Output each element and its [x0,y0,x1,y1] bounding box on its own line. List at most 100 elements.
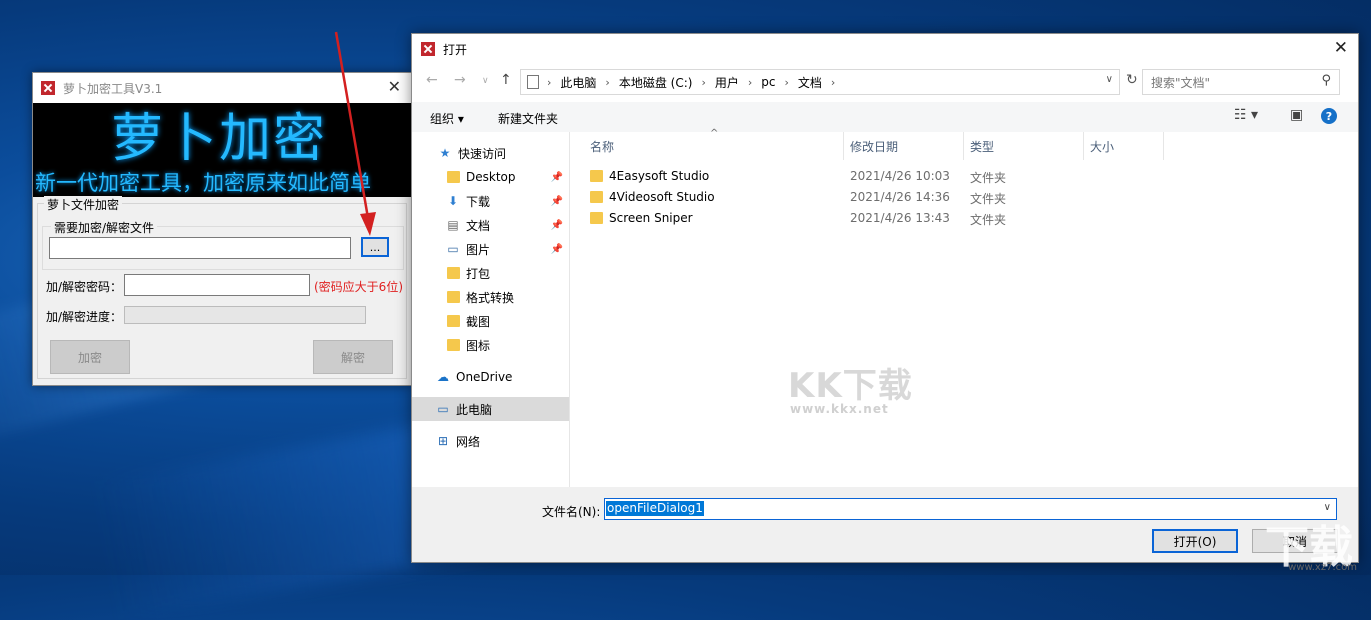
back-arrow-icon[interactable]: ← [426,72,438,88]
breadcrumb-item[interactable]: 本地磁盘 (C:) [619,74,693,91]
dialog-bottom-bar: 文件名(N): openFileDialog1 ∨ 打开(O) 取消 [412,487,1358,562]
encrypt-button[interactable]: 加密 [50,340,130,374]
pin-icon: 📌 [550,219,563,231]
nav-item-label: 格式转换 [466,290,515,305]
navigation-pane: ★ 快速访问 Desktop 📌 ⬇ 下载 📌 ▤ 文档 📌 ▭ 图片 📌 打包 [412,132,570,487]
breadcrumb-item[interactable]: 文档 [798,74,822,91]
nav-item-label: 打包 [466,266,491,281]
nav-item-format-convert[interactable]: 格式转换 [412,285,569,309]
file-name: 4Videosoft Studio [609,190,715,204]
breadcrumb-item[interactable]: 用户 [715,74,739,91]
forward-arrow-icon[interactable]: → [454,72,466,88]
nav-item-desktop[interactable]: Desktop 📌 [412,165,569,189]
file-name: 4Easysoft Studio [609,169,710,183]
refresh-icon[interactable]: ↻ [1126,72,1138,88]
nav-item-this-pc[interactable]: ▭ 此电脑 [412,397,569,421]
file-type: 文件夹 [970,171,1007,185]
nav-item-label: 快速访问 [458,146,507,161]
breadcrumb-separator: › [547,75,552,89]
column-header-name[interactable]: 名称 [584,132,844,160]
recent-chevron-icon[interactable]: ∨ [482,76,489,86]
nav-item-quick-access[interactable]: ★ 快速访问 [412,141,569,165]
nav-item-label: OneDrive [456,370,513,384]
open-button[interactable]: 打开(O) [1152,529,1238,553]
folder-icon [446,170,460,184]
address-dropdown-icon[interactable]: ∨ [1106,74,1113,85]
corner-watermark-url: www.xz7.com [1288,562,1357,573]
file-row[interactable]: 4Videosoft Studio 2021/4/26 14:36 文件夹 [584,187,1344,208]
password-hint: (密码应大于6位) [314,280,403,294]
dialog-toolbar: 组织 ▾ 新建文件夹 ☷ ▾ ▣ ? [412,102,1358,132]
network-icon: ⊞ [437,434,449,448]
nav-item-screenshots[interactable]: 截图 [412,309,569,333]
progress-label: 加/解密进度： [46,310,123,324]
pin-icon: 📌 [550,171,563,183]
password-input[interactable] [124,274,310,296]
file-type: 文件夹 [970,192,1007,206]
column-header-type[interactable]: 类型 [964,132,1084,160]
banner-slogan: 新一代加密工具，加密原来如此简单 [35,171,371,195]
file-date: 2021/4/26 10:03 [850,169,950,183]
column-header-date[interactable]: 修改日期 [844,132,964,160]
app-title: 萝卜加密工具V3.1 [63,81,163,96]
dialog-close-icon[interactable]: ✕ [1334,38,1348,58]
search-input[interactable]: 搜索"文档" ⚲ [1142,69,1340,95]
file-row[interactable]: Screen Sniper 2021/4/26 13:43 文件夹 [584,208,1344,229]
nav-item-label: 截图 [466,314,491,329]
breadcrumb-separator: › [605,75,610,89]
app-close-icon[interactable]: ✕ [388,77,401,96]
nav-item-network[interactable]: ⊞ 网络 [412,429,569,453]
group-title: 萝卜文件加密 [44,196,123,213]
filename-input-value[interactable]: openFileDialog1 [606,501,704,516]
computer-icon: ▭ [437,402,449,416]
column-header-size[interactable]: 大小 [1084,132,1164,160]
nav-item-icons[interactable]: 图标 [412,333,569,357]
breadcrumb-separator: › [830,75,836,89]
arrow-shaft [334,31,370,219]
nav-item-onedrive[interactable]: ☁ OneDrive [412,365,569,389]
folder-icon [446,338,460,352]
banner-title: 萝卜加密 [111,109,328,169]
nav-item-downloads[interactable]: ⬇ 下载 📌 [412,189,569,213]
file-name: Screen Sniper [609,211,693,225]
folder-icon [590,170,603,182]
password-label: 加/解密密码： [46,280,123,294]
file-list-pane: ^ 名称 修改日期 类型 大小 4Easysoft Studio 2021/4/… [570,128,1358,487]
nav-item-documents[interactable]: ▤ 文档 📌 [412,213,569,237]
filename-combobox[interactable]: openFileDialog1 ∨ [604,498,1337,520]
new-folder-button[interactable]: 新建文件夹 [498,110,558,127]
nav-item-label: 此电脑 [456,402,493,417]
organize-menu[interactable]: 组织 ▾ [430,110,464,127]
watermark-url: www.kkx.net [790,402,889,416]
progress-bar [124,306,366,324]
address-bar[interactable]: › 此电脑 › 本地磁盘 (C:) › 用户 › pc › 文档 › ∨ [520,69,1120,95]
nav-item-pictures[interactable]: ▭ 图片 📌 [412,237,569,261]
app-logo-icon [41,81,55,95]
pin-icon: 📌 [550,195,563,207]
browse-button[interactable]: ... [361,237,389,257]
folder-icon [446,314,460,328]
nav-item-label: 网络 [456,434,481,449]
file-name-cell: 4Easysoft Studio [590,169,709,183]
view-options-icon[interactable]: ☷ ▾ [1234,107,1258,123]
search-icon[interactable]: ⚲ [1321,73,1331,88]
folder-icon [446,290,460,304]
arrow-head [360,212,376,236]
breadcrumb-item[interactable]: 此电脑 [560,74,596,91]
help-icon[interactable]: ? [1321,108,1337,124]
file-date: 2021/4/26 14:36 [850,190,950,204]
dialog-app-icon [421,42,435,56]
decrypt-button[interactable]: 解密 [313,340,393,374]
file-row[interactable]: 4Easysoft Studio 2021/4/26 10:03 文件夹 [584,166,1344,187]
corner-watermark: 下载 www.xz7.com [1229,507,1371,575]
preview-pane-icon[interactable]: ▣ [1290,107,1303,123]
nav-item-pack[interactable]: 打包 [412,261,569,285]
filename-label: 文件名(N): [542,505,601,519]
file-path-input[interactable] [49,237,351,259]
file-name-cell: Screen Sniper [590,211,693,225]
nav-item-label: 图标 [466,338,491,353]
up-arrow-icon[interactable]: ↑ [500,72,512,88]
nav-item-label: Desktop [466,170,516,184]
file-group-title: 需要加密/解密文件 [51,219,158,236]
breadcrumb-item[interactable]: pc [761,75,775,89]
